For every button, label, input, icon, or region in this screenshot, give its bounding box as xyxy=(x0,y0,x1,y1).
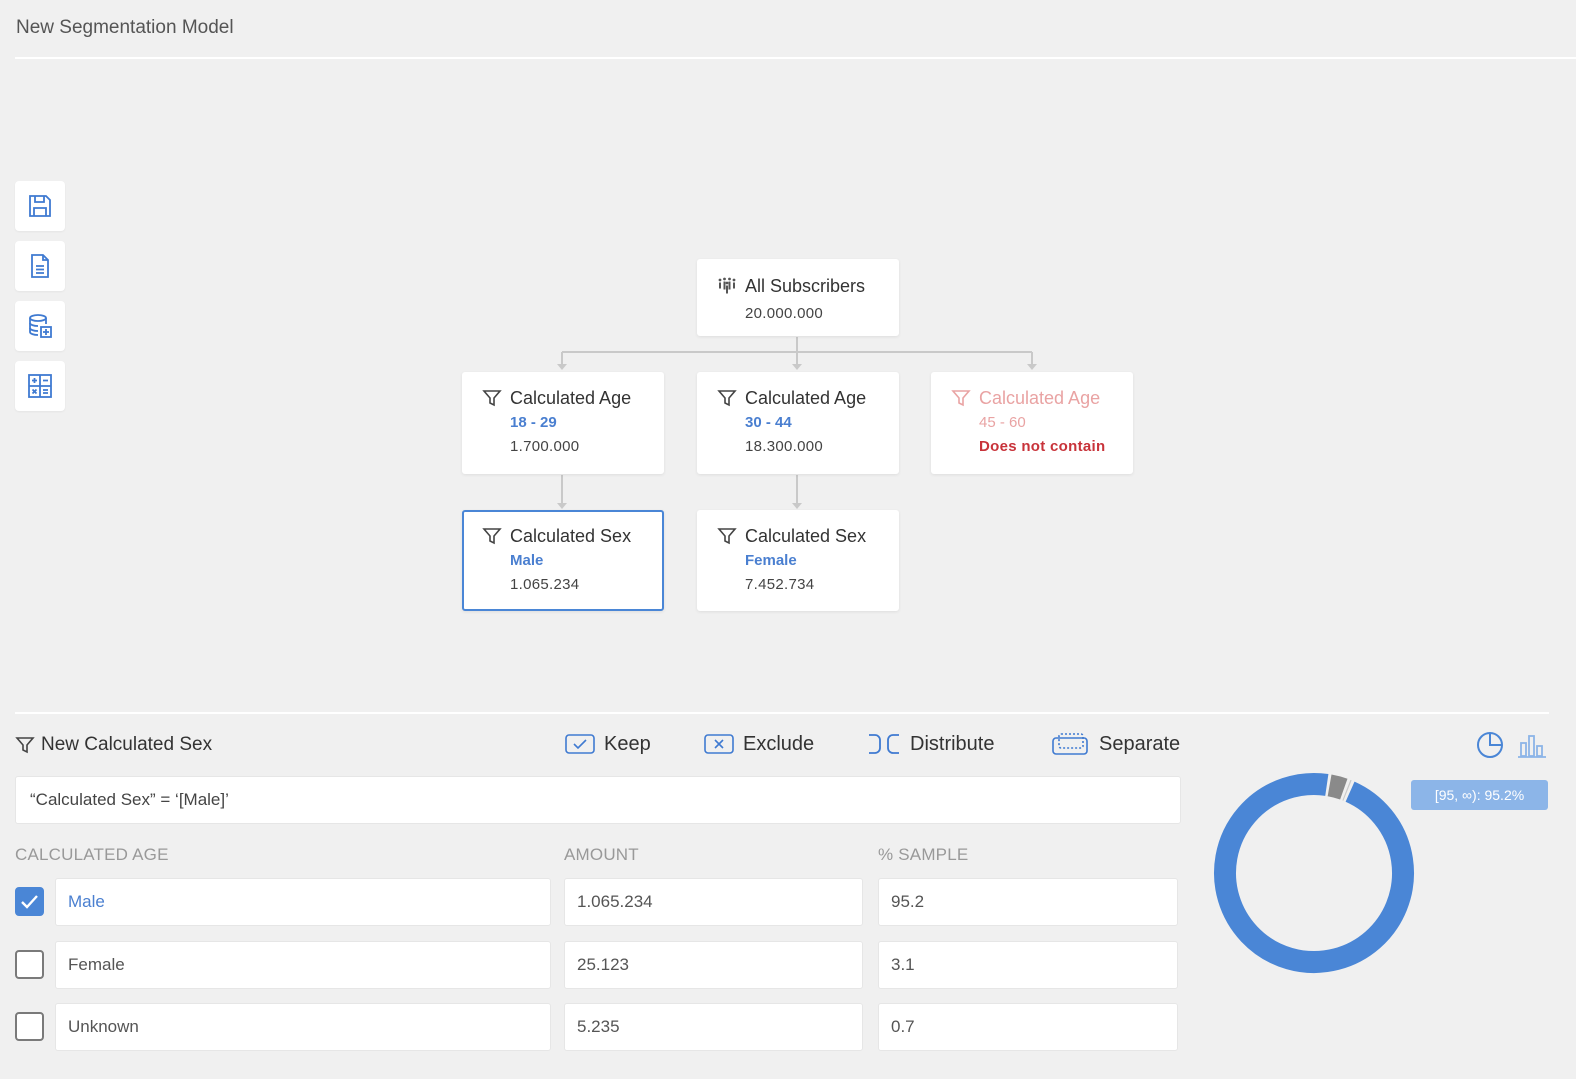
filter-icon xyxy=(717,390,737,407)
separate-icon xyxy=(1052,733,1088,755)
keep-button[interactable]: Keep xyxy=(565,730,651,758)
row-amount-male[interactable]: 1.065.234 xyxy=(564,878,863,926)
filter-icon xyxy=(951,390,971,407)
node-label: Calculated Age xyxy=(510,387,632,408)
row-sample-female[interactable]: 3.1 xyxy=(878,941,1178,989)
filter-icon xyxy=(15,737,35,754)
page-title: New Segmentation Model xyxy=(16,17,234,38)
filter-title: New Calculated Sex xyxy=(15,734,212,756)
row-checkbox-unknown[interactable] xyxy=(15,1012,44,1041)
add-database-icon xyxy=(29,314,52,338)
tree-node-age-45-60[interactable]: Calculated Age 45 - 60 Does not contain xyxy=(931,372,1133,474)
node-count: 1.065.234 xyxy=(510,576,580,593)
node-label: Calculated Age xyxy=(979,387,1101,408)
bar-chart-view-icon[interactable] xyxy=(1517,730,1547,760)
save-icon xyxy=(29,195,51,217)
donut-slice-male[interactable] xyxy=(1214,773,1414,973)
chart-tooltip: [95, ∞): 95.2% xyxy=(1411,780,1548,810)
node-count: 20.000.000 xyxy=(745,305,824,322)
save-button[interactable] xyxy=(15,181,65,231)
add-database-button[interactable] xyxy=(15,301,65,351)
calculator-icon xyxy=(28,374,52,398)
document-button[interactable] xyxy=(15,241,65,291)
exclude-label: Exclude xyxy=(743,732,815,755)
node-status: Does not contain xyxy=(979,438,1106,455)
node-value: 18 - 29 xyxy=(510,414,557,431)
tree-node-age-30-44[interactable]: Calculated Age 30 - 44 18.300.000 xyxy=(697,372,899,474)
node-value: Female xyxy=(745,552,797,569)
filter-icon xyxy=(717,528,737,545)
sample-donut-chart xyxy=(1214,773,1414,973)
calculator-button[interactable] xyxy=(15,361,65,411)
distribute-button[interactable]: Distribute xyxy=(867,730,994,758)
node-count: 18.300.000 xyxy=(745,438,824,455)
check-icon xyxy=(21,895,38,909)
exclude-icon xyxy=(704,734,734,754)
keep-icon xyxy=(565,734,595,754)
row-amount-unknown[interactable]: 5.235 xyxy=(564,1003,863,1051)
filter-title-label: New Calculated Sex xyxy=(41,734,213,755)
row-label-male[interactable]: Male xyxy=(55,878,551,926)
row-sample-unknown[interactable]: 0.7 xyxy=(878,1003,1178,1051)
title-divider xyxy=(15,57,1576,59)
node-count: 1.700.000 xyxy=(510,438,580,455)
row-label-female[interactable]: Female xyxy=(55,941,551,989)
exclude-button[interactable]: Exclude xyxy=(704,730,814,758)
row-sample-male[interactable]: 95.2 xyxy=(878,878,1178,926)
node-label: All Subscribers xyxy=(745,275,866,296)
node-label: Calculated Sex xyxy=(745,525,867,546)
row-amount-female[interactable]: 25.123 xyxy=(564,941,863,989)
node-value: 45 - 60 xyxy=(979,414,1026,431)
tree-node-sex-female[interactable]: Calculated Sex Female 7.452.734 xyxy=(697,510,899,611)
filter-icon xyxy=(482,390,502,407)
column-header-sample: % SAMPLE xyxy=(878,845,969,864)
filter-icon xyxy=(482,528,502,545)
distribute-icon xyxy=(869,734,899,754)
tree-node-sex-male[interactable]: Calculated Sex Male 1.065.234 xyxy=(462,510,664,611)
separate-button[interactable]: Separate xyxy=(1052,730,1180,758)
node-label: Calculated Sex xyxy=(510,525,632,546)
row-checkbox-female[interactable] xyxy=(15,950,44,979)
donut-slice-female[interactable] xyxy=(1327,774,1348,800)
subscribers-icon xyxy=(718,277,736,294)
node-value: Male xyxy=(510,552,544,569)
pie-chart-view-icon[interactable] xyxy=(1475,730,1505,760)
node-value: 30 - 44 xyxy=(745,414,792,431)
keep-label: Keep xyxy=(604,732,651,755)
node-label: Calculated Age xyxy=(745,387,867,408)
node-count: 7.452.734 xyxy=(745,576,815,593)
separate-label: Separate xyxy=(1099,732,1181,755)
document-icon xyxy=(31,254,49,278)
column-header-amount: AMOUNT xyxy=(564,845,639,864)
column-header-category: CALCULATED AGE xyxy=(15,845,169,864)
tree-node-root[interactable]: All Subscribers 20.000.000 xyxy=(697,259,899,336)
row-checkbox-male[interactable] xyxy=(15,887,44,916)
expression-field[interactable]: “Calculated Sex” = ‘[Male]’ xyxy=(15,776,1181,824)
panel-divider xyxy=(15,712,1549,714)
tree-node-age-18-29[interactable]: Calculated Age 18 - 29 1.700.000 xyxy=(462,372,664,474)
row-label-unknown[interactable]: Unknown xyxy=(55,1003,551,1051)
distribute-label: Distribute xyxy=(910,732,995,755)
